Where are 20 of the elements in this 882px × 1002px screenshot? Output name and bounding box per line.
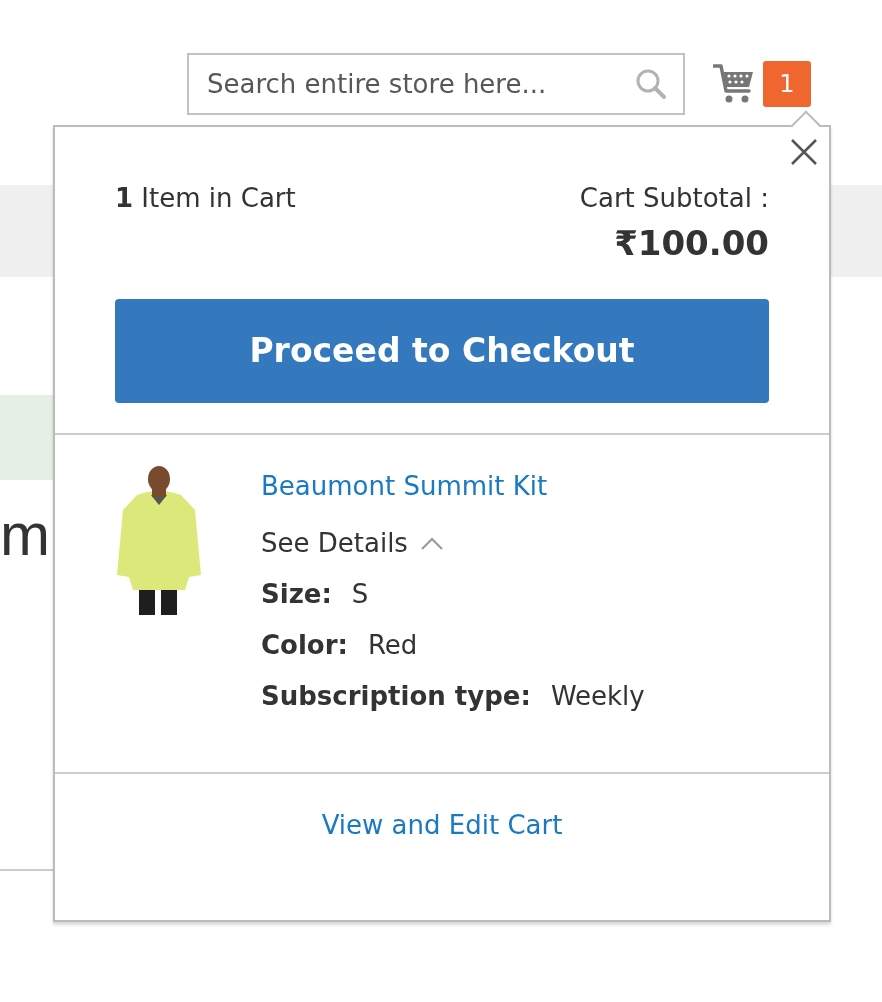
close-icon [789,137,819,167]
option-value: S [351,578,369,611]
subtotal-label: Cart Subtotal : [579,182,769,215]
view-cart-link[interactable]: View and Edit Cart [321,810,563,840]
subtotal-price: ₹100.00 [613,222,769,265]
option-label: Size: [261,578,332,611]
page-heading: m [0,505,50,565]
search-icon [635,68,667,100]
cart-count-badge[interactable]: 1 [763,61,811,107]
checkout-button[interactable]: Proceed to Checkout [115,299,769,403]
option-label: Subscription type: [261,680,531,713]
product-name-link[interactable]: Beaumont Summit Kit [261,467,548,506]
option-label: Color: [261,629,348,662]
cart-icon[interactable] [713,63,755,105]
option-value: Weekly [550,680,645,713]
search-field[interactable]: Search entire store here... [187,53,685,115]
item-count: 1 Item in Cart [115,182,296,215]
see-details-toggle[interactable]: See Details [261,524,444,563]
option-value: Red [367,629,418,662]
close-button[interactable] [789,137,819,167]
